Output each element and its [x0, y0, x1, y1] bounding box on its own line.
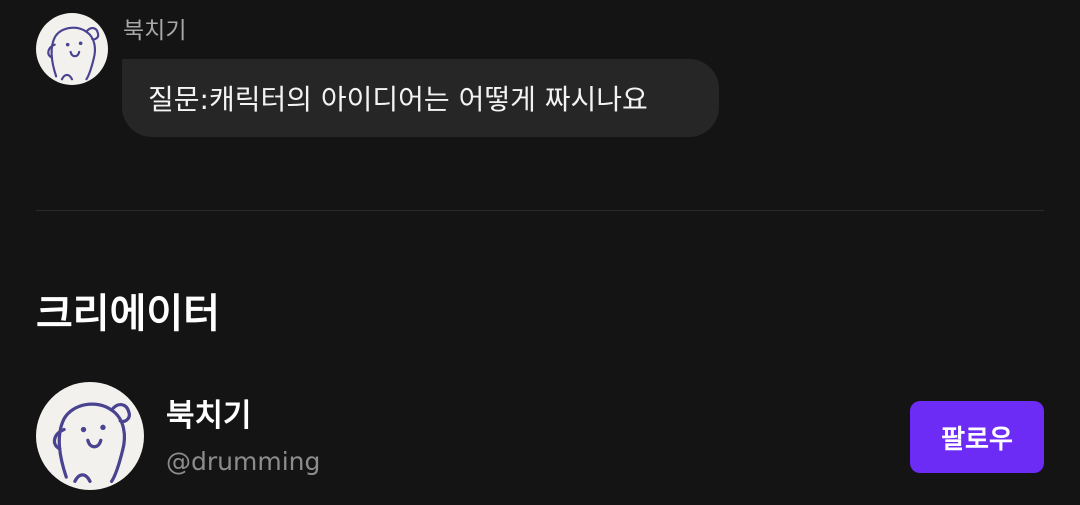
message-text: 질문:캐릭터의 아이디어는 어떻게 짜시나요	[148, 83, 648, 116]
message-author-avatar[interactable]	[36, 13, 108, 85]
creator-section-title: 크리에이터	[36, 291, 220, 337]
creator-handle: @drumming	[166, 447, 321, 476]
creator-avatar[interactable]	[36, 382, 144, 490]
section-divider	[36, 210, 1044, 211]
post-detail-screen: 북치기 질문:캐릭터의 아이디어는 어떻게 짜시나요 크리에이터 북치기 @dr…	[0, 0, 1080, 505]
message-bubble: 질문:캐릭터의 아이디어는 어떻게 짜시나요	[122, 59, 719, 137]
creator-name[interactable]: 북치기	[166, 396, 252, 436]
ghost-doodle-avatar-icon	[52, 402, 131, 483]
follow-button[interactable]: 팔로우	[910, 401, 1044, 473]
ghost-doodle-avatar-icon	[47, 26, 100, 81]
message-author-name[interactable]: 북치기	[123, 16, 186, 46]
